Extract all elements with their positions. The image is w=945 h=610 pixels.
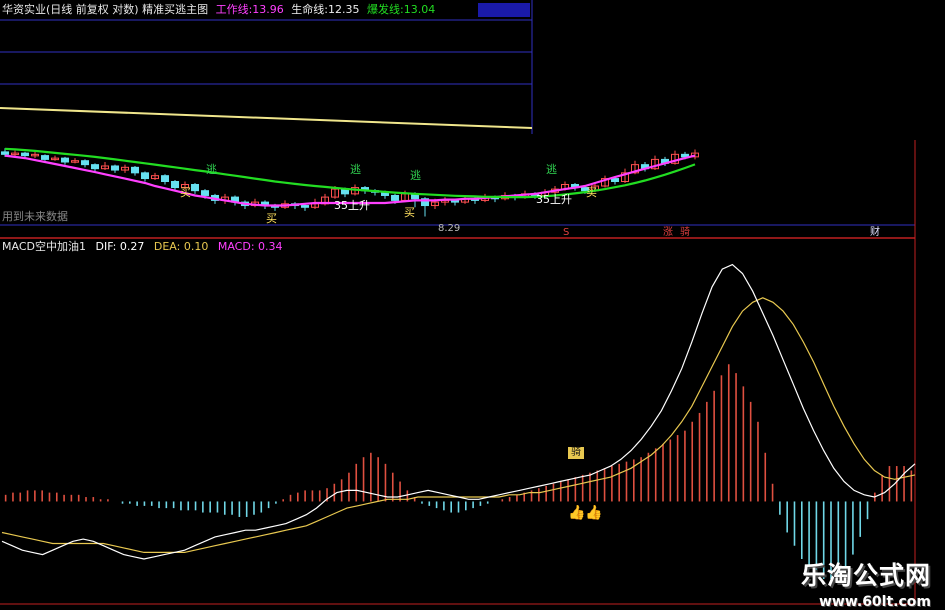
candle-body (391, 194, 399, 201)
escape-signal-1: 逃 (206, 163, 217, 176)
up-signal-2: 35上升 (536, 193, 572, 206)
escape-signal-3: 逃 (410, 169, 421, 182)
burst-line-label: 爆发线: (367, 3, 404, 16)
candle-body (611, 178, 619, 182)
candle-body (141, 172, 149, 180)
candle-body (301, 205, 309, 208)
stock-chart[interactable] (0, 0, 945, 609)
future-data-note: 用到未来数据 (2, 210, 68, 223)
candle-body (61, 157, 69, 163)
candle-body (171, 180, 179, 189)
candle-body (111, 165, 119, 171)
escape-signal-2: 逃 (350, 163, 361, 176)
work-line-label: 工作线: (215, 3, 253, 16)
watermark: 乐淘公式网 www.60lt.com (801, 556, 931, 610)
buy-signal-2: 买 (266, 212, 277, 225)
candle-body (131, 166, 139, 174)
life-line-value: 12.35 (328, 3, 360, 16)
badge-horse: 骑 (680, 227, 690, 238)
candle-body (81, 160, 89, 166)
candle-body (21, 152, 29, 157)
top-right-blue-box (478, 3, 530, 17)
buy-signal-4: 买 (586, 186, 597, 199)
candle-body (41, 155, 49, 160)
buy-signal-1: 买 (180, 186, 191, 199)
badge-rise: 涨 (663, 227, 673, 238)
up-signal-1: 35上升 (334, 199, 370, 212)
macd-value: 0.34 (258, 240, 283, 253)
candle-body (91, 164, 99, 170)
buy-signal-3: 买 (404, 206, 415, 219)
dif-label: DIF: (95, 240, 117, 253)
hand-icon: 👍👍 (568, 505, 603, 521)
watermark-url: www.60lt.com (818, 594, 931, 610)
low-price-label: 8.29 (438, 223, 461, 234)
main-header: 华资实业(日线 前复权 对数) 精准买逃主图 工作线:13.96 生命线:12.… (2, 3, 435, 17)
macd-header: MACD空中加油1 DIF: 0.27 DEA: 0.10 MACD: 0.34 (2, 240, 283, 254)
candle-body (191, 183, 199, 192)
watermark-title: 乐淘公式网 (800, 561, 931, 590)
candle-body (1, 151, 9, 155)
stock-title: 华资实业(日线 前复权 对数) (2, 3, 139, 16)
macd-horse-badge: 骑 (568, 447, 584, 459)
macd-title: MACD空中加油1 (2, 240, 86, 253)
indicator-name: 精准买逃主图 (142, 3, 209, 16)
macd-label: MACD: (217, 240, 255, 253)
dea-label: DEA: (153, 240, 181, 253)
badge-wealth: 财 (870, 227, 880, 238)
work-line-value: 13.96 (252, 3, 284, 16)
escape-signal-4: 逃 (546, 163, 557, 176)
badge-s: S (563, 227, 570, 238)
candle-body (201, 190, 209, 196)
burst-line-value: 13.04 (403, 3, 436, 16)
life-line-label: 生命线: (291, 3, 329, 16)
dea-value: 0.10 (183, 240, 209, 253)
dif-value: 0.27 (119, 240, 145, 253)
candle-body (161, 175, 169, 182)
